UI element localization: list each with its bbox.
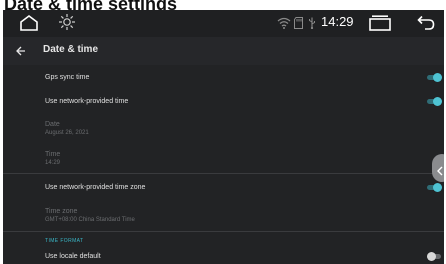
back-arrow-icon[interactable] [417, 15, 435, 36]
side-panel-handle[interactable] [432, 154, 444, 182]
home-outline-icon[interactable] [19, 14, 39, 37]
page-title: Date & time [43, 44, 99, 55]
network-zone-toggle[interactable] [427, 183, 442, 192]
network-time-toggle[interactable] [427, 97, 442, 106]
section-header-time-format: TIME FORMAT [45, 238, 84, 244]
setting-title: Use network-provided time zone [45, 184, 146, 191]
gps-sync-toggle[interactable] [427, 73, 442, 82]
setting-locale-default[interactable]: Use locale default [3, 248, 444, 264]
setting-time-zone: Time zone GMT+08:00 China Standard Time [3, 200, 444, 230]
setting-title: Date [45, 121, 60, 128]
toggle-knob [427, 252, 436, 261]
setting-value: GMT+08:00 China Standard Time [45, 217, 135, 223]
recent-apps-icon[interactable] [369, 15, 391, 36]
sd-card-icon [294, 16, 303, 34]
status-bar: 14:29 [3, 10, 444, 38]
wifi-icon [277, 16, 291, 34]
chevron-left-icon [436, 163, 444, 181]
device-screen: 14:29 Date & time Gps sync time Use netw… [3, 10, 444, 264]
toggle-knob [433, 73, 442, 82]
status-time: 14:29 [321, 14, 354, 29]
setting-gps-sync[interactable]: Gps sync time [3, 65, 444, 89]
toggle-knob [433, 97, 442, 106]
locale-default-toggle[interactable] [427, 252, 441, 261]
setting-time: Time 14:29 [3, 143, 444, 173]
setting-network-zone[interactable]: Use network-provided time zone [3, 174, 444, 200]
usb-icon [308, 16, 316, 34]
setting-title: Use network-provided time [45, 98, 129, 105]
divider [3, 231, 444, 232]
setting-network-time[interactable]: Use network-provided time [3, 89, 444, 113]
app-bar: Date & time [3, 37, 444, 65]
setting-title: Time zone [45, 208, 78, 215]
setting-title: Use locale default [45, 253, 101, 260]
setting-value: August 26, 2021 [45, 130, 89, 136]
arrow-left-icon[interactable] [16, 43, 26, 61]
toggle-knob [433, 183, 442, 192]
gear-icon[interactable] [58, 13, 76, 36]
setting-date: Date August 26, 2021 [3, 113, 444, 143]
setting-title: Time [45, 151, 61, 158]
setting-value: 14:29 [45, 160, 61, 166]
setting-title: Gps sync time [45, 74, 90, 81]
